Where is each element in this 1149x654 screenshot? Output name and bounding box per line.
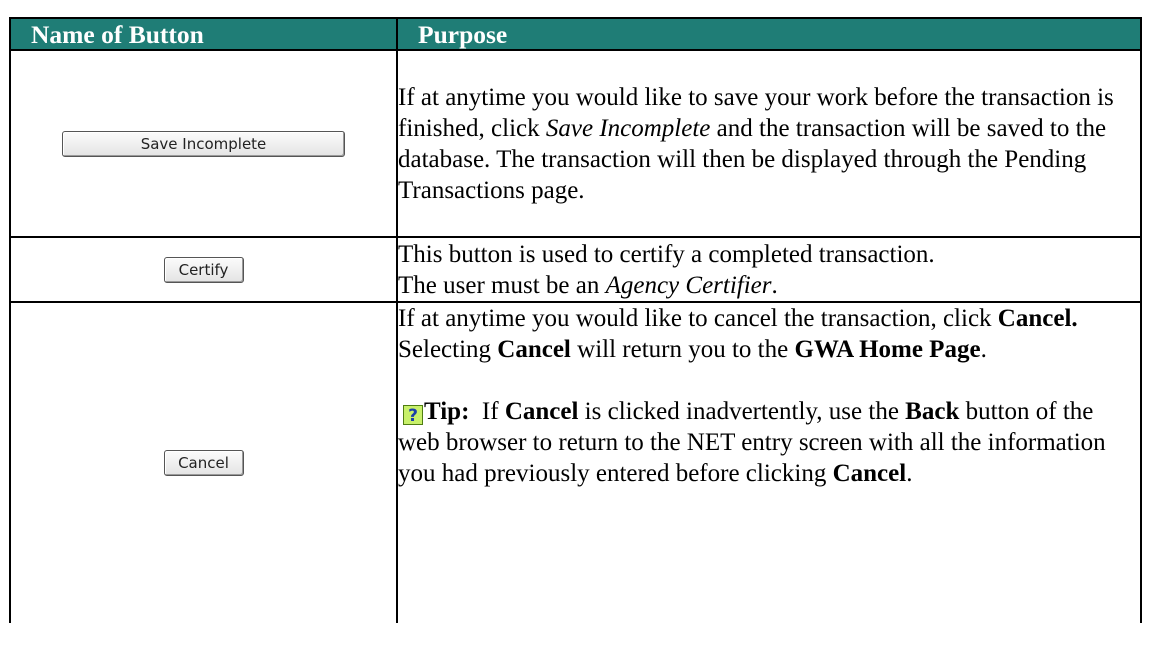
cancel-description: If at anytime you would like to cancel t… (398, 303, 1140, 365)
purpose-emphasis: Agency Certifier (605, 271, 772, 299)
table-header-row: Name of Button Purpose (9, 17, 1142, 51)
tip-label: Tip: (424, 398, 470, 425)
purpose-text: This button is used to certify a complet… (398, 240, 935, 268)
save-incomplete-button[interactable]: Save Incomplete (62, 130, 345, 157)
purpose-bold: GWA Home Page (794, 336, 981, 363)
table-row: Certify This button is used to certify a… (9, 236, 1142, 303)
button-reference-table: Name of Button Purpose Save Incomplete I… (9, 17, 1142, 623)
purpose-text: Selecting (398, 336, 498, 363)
purpose-bold: Cancel (497, 336, 571, 363)
table-row: Save Incomplete If at anytime you would … (9, 49, 1142, 238)
purpose-emphasis: Save Incomplete (545, 114, 711, 142)
header-purpose: Purpose (396, 17, 1142, 51)
purpose-bold: Cancel. (997, 305, 1078, 332)
button-cell: Certify (9, 236, 398, 303)
purpose-bold: Cancel (504, 398, 579, 425)
purpose-text: will return you to the (570, 336, 795, 363)
purpose-bold: Cancel (832, 460, 907, 487)
purpose-cell: This button is used to certify a complet… (396, 236, 1142, 303)
cancel-button[interactable]: Cancel (163, 450, 244, 476)
certify-button[interactable]: Certify (163, 256, 244, 283)
table-row: Cancel If at anytime you would like to c… (9, 301, 1142, 623)
purpose-text: If (469, 398, 505, 425)
button-cell: Save Incomplete (9, 49, 398, 238)
purpose-cell: If at anytime you would like to save you… (396, 49, 1142, 238)
button-cell: Cancel (9, 301, 398, 623)
header-name-of-button: Name of Button (9, 17, 398, 51)
purpose-text: . (771, 271, 778, 299)
purpose-text: is clicked inadvertently, use the (578, 398, 906, 425)
purpose-text: The user must be an (398, 271, 606, 299)
help-question-icon: ? (403, 405, 423, 426)
purpose-cell: If at anytime you would like to cancel t… (396, 301, 1142, 623)
purpose-text: . (906, 460, 913, 487)
tip-paragraph: ? Tip: If Cancel is clicked inadvertently… (398, 396, 1140, 489)
purpose-bold: Back (905, 398, 960, 425)
purpose-text: If at anytime you would like to cancel t… (398, 305, 998, 332)
purpose-text: . (980, 336, 987, 363)
